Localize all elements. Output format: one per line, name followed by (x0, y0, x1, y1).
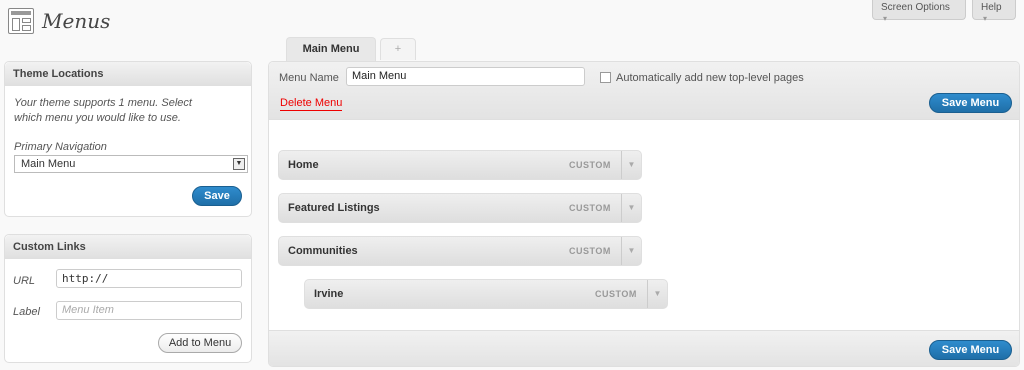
primary-navigation-select[interactable]: Main Menu ▼ (14, 155, 248, 173)
menu-item-type: CUSTOM (595, 289, 637, 299)
theme-locations-save-button[interactable]: Save (192, 186, 242, 206)
save-menu-button-bottom[interactable]: Save Menu (929, 340, 1012, 360)
label-input[interactable]: Menu Item (56, 301, 242, 320)
menu-editor-footer (269, 330, 1019, 366)
menu-name-input[interactable]: Main Menu (346, 67, 585, 86)
menu-item-home[interactable]: Home CUSTOM ▼ (278, 150, 642, 180)
menu-item-irvine[interactable]: Irvine CUSTOM ▼ (304, 279, 668, 309)
theme-locations-description: Your theme supports 1 menu. Select which… (14, 97, 192, 124)
save-menu-button-top[interactable]: Save Menu (929, 93, 1012, 113)
menu-item-communities[interactable]: Communities CUSTOM ▼ (278, 236, 642, 266)
screen-options-button[interactable]: Screen Options ▾ (872, 0, 966, 23)
menu-item-expand-icon[interactable]: ▼ (621, 194, 641, 222)
menu-item-title: Featured Listings (288, 202, 380, 214)
menu-item-expand-icon[interactable]: ▼ (621, 151, 641, 179)
tab-main-menu[interactable]: Main Menu (286, 37, 376, 61)
help-label: Help (981, 2, 1002, 13)
menu-item-type: CUSTOM (569, 203, 611, 213)
menu-item-title: Communities (288, 245, 358, 257)
menu-item-expand-icon[interactable]: ▼ (621, 237, 641, 265)
menus-page-icon (8, 8, 34, 34)
delete-menu-link[interactable]: Delete Menu (280, 97, 343, 111)
menu-item-type: CUSTOM (569, 246, 611, 256)
auto-add-pages-label[interactable]: Automatically add new top-level pages (616, 72, 804, 84)
chevron-down-icon: ▾ (983, 14, 988, 23)
url-input[interactable]: http:// (56, 269, 242, 288)
menu-item-featured-listings[interactable]: Featured Listings CUSTOM ▼ (278, 193, 642, 223)
url-label: URL (13, 275, 36, 287)
add-to-menu-button[interactable]: Add to Menu (158, 333, 242, 353)
custom-links-heading[interactable]: Custom Links (5, 235, 251, 259)
menu-item-title: Irvine (314, 288, 344, 300)
primary-navigation-label: Primary Navigation (14, 141, 107, 153)
theme-locations-heading[interactable]: Theme Locations (5, 62, 251, 86)
page-title: Menus (42, 9, 111, 33)
screen-options-label: Screen Options (881, 2, 950, 13)
menu-item-type: CUSTOM (569, 160, 611, 170)
menu-item-expand-icon[interactable]: ▼ (647, 280, 667, 308)
menu-name-label: Menu Name (279, 72, 339, 84)
selected-menu-value: Main Menu (21, 158, 76, 170)
menu-item-title: Home (288, 159, 319, 171)
auto-add-pages-checkbox[interactable] (600, 72, 611, 83)
label-label: Label (13, 306, 40, 318)
dropdown-arrow-icon[interactable]: ▼ (233, 158, 245, 170)
add-menu-tab[interactable]: + (380, 38, 416, 60)
chevron-down-icon: ▾ (883, 14, 888, 23)
help-button[interactable]: Help ▾ (972, 0, 1016, 23)
